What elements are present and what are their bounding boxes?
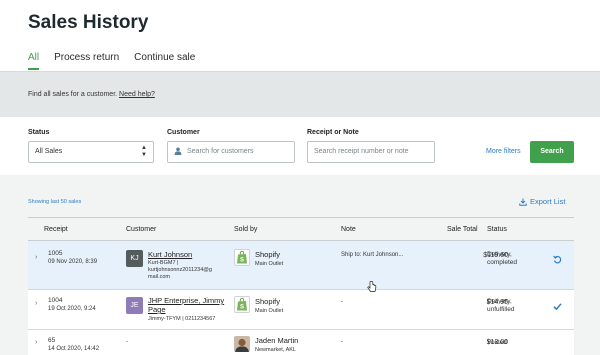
more-filters-link[interactable]: More filters — [486, 148, 521, 155]
receipt-date: 09 Nov 2020, 8:39 — [48, 259, 98, 265]
select-arrows-icon: ▲ ▼ — [141, 145, 147, 158]
column-status: Status — [487, 226, 507, 233]
expand-caret-icon[interactable]: › — [35, 339, 37, 346]
customer-email: kurtjohnsonnz2011234@g — [148, 267, 212, 273]
status-select-value: All Sales — [35, 148, 63, 155]
table-row[interactable]: › 65 14 Oct 2020, 14:42 - Jaden Martin N… — [28, 330, 574, 355]
sale-note: Ship to: Kurt Johnson... — [341, 252, 404, 258]
table-row[interactable]: › 1004 19 Oct 2020, 9:24 JE JHP Enterpri… — [28, 290, 574, 330]
svg-text:S: S — [240, 258, 244, 264]
tab-bar: All Process return Continue sale — [28, 52, 210, 70]
column-sold-by: Sold by — [234, 226, 258, 233]
help-banner: Find all sales for a customer. Need help… — [0, 71, 600, 117]
page-title: Sales History — [28, 12, 149, 33]
expand-caret-icon[interactable]: › — [35, 254, 37, 261]
svg-text:S: S — [240, 305, 244, 311]
column-customer: Customer — [126, 226, 157, 233]
export-icon — [519, 198, 527, 206]
return-icon[interactable] — [553, 251, 562, 269]
showing-count: Showing last 50 sales — [28, 199, 82, 205]
customer-name-cont[interactable]: Page — [148, 305, 166, 314]
customer-empty: - — [126, 339, 128, 345]
person-icon — [174, 147, 182, 156]
receipt-label: Receipt or Note — [307, 129, 359, 136]
check-icon[interactable] — [553, 298, 562, 316]
seller-outlet: Main Outlet — [255, 308, 284, 314]
receipt-number: 65 — [48, 337, 56, 344]
sale-status: Delivery, completed — [487, 251, 517, 266]
shopify-icon: S — [234, 296, 250, 313]
receipt-search-input[interactable]: Search receipt number or note — [307, 141, 435, 163]
seller-avatar — [234, 336, 250, 352]
seller-outlet: Newmarket, AKL — [255, 347, 296, 353]
hand-cursor-icon — [367, 280, 377, 298]
expand-caret-icon[interactable]: › — [35, 300, 37, 307]
customer-email-cont: mail.com — [148, 274, 171, 280]
sale-status: Delivery, unfulfilled — [487, 298, 515, 313]
shopify-icon: S — [234, 249, 250, 266]
customer-name-link[interactable]: Kurt Johnson — [148, 250, 192, 259]
customer-name-link[interactable]: JHP Enterprise, Jimmy — [148, 296, 224, 305]
receipt-number: 1004 — [48, 297, 63, 304]
status-label: Status — [28, 129, 50, 136]
sale-note: - — [341, 339, 343, 345]
customer-search-input[interactable]: Search for customers — [167, 141, 295, 163]
search-button[interactable]: Search — [530, 141, 574, 163]
table-header: Receipt Customer Sold by Note Sale Total… — [28, 217, 574, 241]
banner-text: Find all sales for a customer. Need help… — [28, 91, 155, 98]
column-sale-total: Sale Total — [447, 226, 478, 233]
receipt-date: 19 Oct 2020, 9:24 — [48, 306, 96, 312]
page-header: Sales History All Process return Continu… — [0, 0, 600, 71]
receipt-date: 14 Oct 2020, 14:42 — [48, 346, 100, 352]
export-list-button[interactable]: Export List — [519, 197, 565, 206]
tab-continue-sale[interactable]: Continue sale — [134, 52, 195, 68]
seller-outlet: Main Outlet — [255, 261, 284, 267]
column-note: Note — [341, 226, 356, 233]
receipt-number: 1005 — [48, 250, 63, 257]
seller-name: Jaden Martin — [255, 336, 299, 345]
filter-panel: Status All Sales ▲ ▼ Customer Search for … — [0, 117, 600, 175]
customer-code: Kurt-BGM7 | — [148, 260, 179, 266]
customer-label: Customer — [167, 129, 200, 136]
tab-process-return[interactable]: Process return — [54, 52, 119, 68]
column-receipt: Receipt — [44, 226, 68, 233]
table-row[interactable]: › 1005 09 Nov 2020, 8:39 KJ Kurt Johnson… — [28, 241, 574, 290]
need-help-link[interactable]: Need help? — [119, 91, 155, 98]
seller-name: Shopify — [255, 297, 281, 306]
tab-all[interactable]: All — [28, 52, 40, 70]
seller-name: Shopify — [255, 250, 281, 259]
sale-status: Voided — [487, 339, 507, 346]
status-select[interactable]: All Sales ▲ ▼ — [28, 141, 154, 163]
avatar: KJ — [126, 250, 143, 267]
avatar: JE — [126, 297, 143, 314]
sale-note: - — [341, 299, 343, 305]
customer-code: Jimmy-TFYM | 0211234567 — [148, 316, 216, 322]
